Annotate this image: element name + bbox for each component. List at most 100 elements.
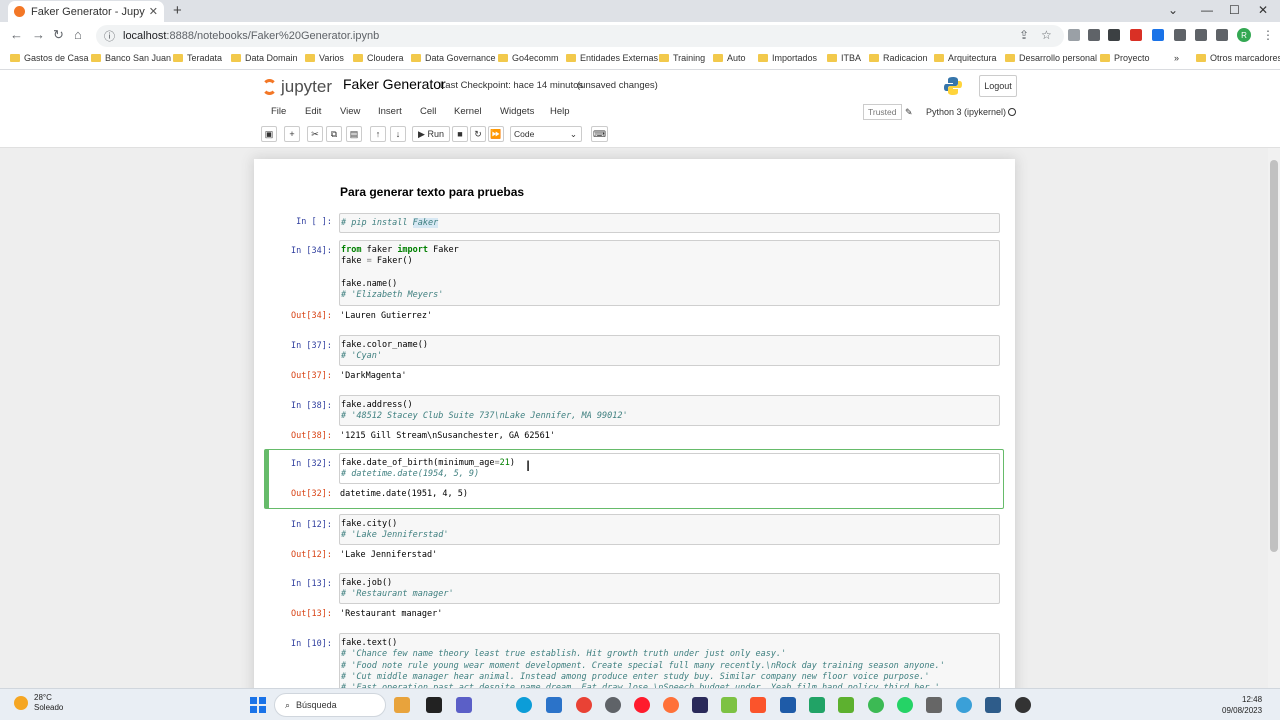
bookmark-item[interactable]: Training	[659, 53, 705, 63]
teams-icon[interactable]	[456, 697, 472, 713]
insert-cell-icon[interactable]: +	[284, 126, 300, 142]
cut-icon[interactable]: ✂	[307, 126, 323, 142]
move-up-icon[interactable]: ↑	[370, 126, 386, 142]
code-editor[interactable]: fake.color_name() # 'Cyan'	[339, 335, 1000, 366]
code-editor[interactable]: fake.city() # 'Lake Jenniferstad'	[339, 514, 1000, 545]
bookmark-item[interactable]: Importados	[758, 53, 817, 63]
new-tab-button[interactable]: +	[173, 2, 182, 19]
menu-kernel[interactable]: Kernel	[454, 106, 481, 117]
bookmark-item[interactable]: Desarrollo personal	[1005, 53, 1097, 63]
weather-widget[interactable]: 28°C Soleado	[14, 693, 63, 713]
home-icon[interactable]: ⌂	[74, 27, 82, 42]
menu-widgets[interactable]: Widgets	[500, 106, 534, 117]
reading-list-icon[interactable]	[1195, 29, 1207, 41]
system-clock[interactable]: 12:48 09/08/2023	[1222, 694, 1262, 716]
notebook-name[interactable]: Faker Generator	[343, 76, 446, 92]
terminal-icon[interactable]	[426, 697, 442, 713]
url-field[interactable]: ⓘ localhost:8888/notebooks/Faker%20Gener…	[96, 25, 1064, 47]
menu-insert[interactable]: Insert	[378, 106, 402, 117]
extension-icon[interactable]	[1108, 29, 1120, 41]
pycharm-icon[interactable]	[809, 697, 825, 713]
app-icon[interactable]	[721, 697, 737, 713]
save-icon[interactable]: ▣	[261, 126, 277, 142]
bookmark-item[interactable]: Banco San Juan	[91, 53, 171, 63]
share-icon[interactable]: ⇪	[1019, 28, 1029, 42]
menu-edit[interactable]: Edit	[305, 106, 321, 117]
close-window-icon[interactable]: ✕	[1258, 3, 1268, 17]
back-icon[interactable]: ←	[10, 27, 23, 42]
paste-icon[interactable]: ▤	[346, 126, 362, 142]
bookmark-item[interactable]: Auto	[713, 53, 746, 63]
command-palette-icon[interactable]: ⌨	[591, 126, 608, 142]
code-editor[interactable]: fake.text() # 'Chance few name theory le…	[339, 633, 1000, 688]
app-icon[interactable]	[692, 697, 708, 713]
restart-run-all-icon[interactable]: ⏩	[488, 126, 504, 142]
logout-button[interactable]: Logout	[979, 75, 1017, 97]
menu-view[interactable]: View	[340, 106, 360, 117]
code-editor[interactable]: from faker import Faker fake = Faker() f…	[339, 240, 1000, 306]
bookmark-item[interactable]: Gastos de Casa	[10, 53, 89, 63]
kernel-name[interactable]: Python 3 (ipykernel)	[926, 107, 1006, 117]
bookmark-item[interactable]: Otros marcadores	[1196, 53, 1280, 63]
settings-gear-icon[interactable]	[605, 697, 621, 713]
bookmark-item[interactable]: Teradata	[173, 53, 222, 63]
bookmark-item[interactable]: Varios	[305, 53, 344, 63]
run-button[interactable]: ▶ Run	[412, 126, 450, 142]
sidepanel-icon[interactable]	[1216, 29, 1228, 41]
restart-icon[interactable]: ↻	[470, 126, 486, 142]
bookmark-item[interactable]: Entidades Externas	[566, 53, 658, 63]
site-info-icon[interactable]: ⓘ	[104, 28, 115, 44]
app-icon[interactable]	[956, 697, 972, 713]
file-explorer-icon[interactable]	[394, 697, 410, 713]
browser-menu-icon[interactable]: ⋮	[1262, 28, 1274, 42]
menu-file[interactable]: File	[271, 106, 286, 117]
bookmark-item[interactable]: Data Governance	[411, 53, 496, 63]
code-editor[interactable]: fake.address() # '48512 Stacey Club Suit…	[339, 395, 1000, 426]
windows-start-icon[interactable]	[250, 697, 266, 713]
cell-type-select[interactable]: Code ⌄	[510, 126, 582, 142]
opera-icon[interactable]	[634, 697, 650, 713]
firefox-icon[interactable]	[663, 697, 679, 713]
calculator-icon[interactable]	[926, 697, 942, 713]
code-editor[interactable]: # pip install Faker	[339, 213, 1000, 233]
extension-icon[interactable]	[1068, 29, 1080, 41]
move-down-icon[interactable]: ↓	[390, 126, 406, 142]
menu-cell[interactable]: Cell	[420, 106, 436, 117]
bookmark-item[interactable]: Radicacion	[869, 53, 928, 63]
menu-help[interactable]: Help	[550, 106, 570, 117]
jupyter-logo[interactable]: jupyter	[262, 77, 332, 97]
chevron-down-icon[interactable]: ⌄	[1168, 3, 1178, 17]
code-editor[interactable]: fake.job() # 'Restaurant manager'	[339, 573, 1000, 604]
edge-icon[interactable]	[516, 697, 532, 713]
copy-icon[interactable]: ⧉	[326, 126, 342, 142]
forward-icon[interactable]: →	[32, 27, 45, 42]
brave-icon[interactable]	[750, 697, 766, 713]
bookmark-star-icon[interactable]: ☆	[1041, 28, 1052, 42]
bookmark-item[interactable]: Proyecto	[1100, 53, 1150, 63]
chrome-icon[interactable]	[576, 697, 592, 713]
bookmark-item[interactable]: Data Domain	[231, 53, 298, 63]
pencil-icon[interactable]: ✎	[905, 107, 913, 118]
bookmark-item[interactable]: Go4ecomm	[498, 53, 559, 63]
bookmark-item[interactable]: Cloudera	[353, 53, 404, 63]
whatsapp-icon[interactable]	[897, 697, 913, 713]
app-icon[interactable]	[1015, 697, 1031, 713]
scrollbar-thumb[interactable]	[1270, 160, 1278, 552]
reload-icon[interactable]: ↻	[53, 27, 64, 43]
store-icon[interactable]	[546, 697, 562, 713]
app-icon[interactable]	[868, 697, 884, 713]
puzzle-extensions-icon[interactable]	[1174, 29, 1186, 41]
extension-icon[interactable]	[1152, 29, 1164, 41]
maximize-icon[interactable]: ☐	[1229, 3, 1240, 17]
profile-avatar[interactable]: R	[1237, 28, 1251, 42]
close-tab-icon[interactable]: ✕	[149, 5, 158, 18]
stop-icon[interactable]: ■	[452, 126, 468, 142]
bookmarks-overflow-button[interactable]: »	[1174, 53, 1179, 63]
page-scrollbar[interactable]	[1268, 148, 1280, 688]
app-icon[interactable]	[985, 697, 1001, 713]
bookmark-item[interactable]: ITBA	[827, 53, 861, 63]
code-editor[interactable]: fake.date_of_birth(minimum_age=21) # dat…	[339, 453, 1000, 484]
bookmark-item[interactable]: Arquitectura	[934, 53, 997, 63]
trusted-badge[interactable]: Trusted	[863, 104, 902, 120]
extension-icon[interactable]	[1088, 29, 1100, 41]
